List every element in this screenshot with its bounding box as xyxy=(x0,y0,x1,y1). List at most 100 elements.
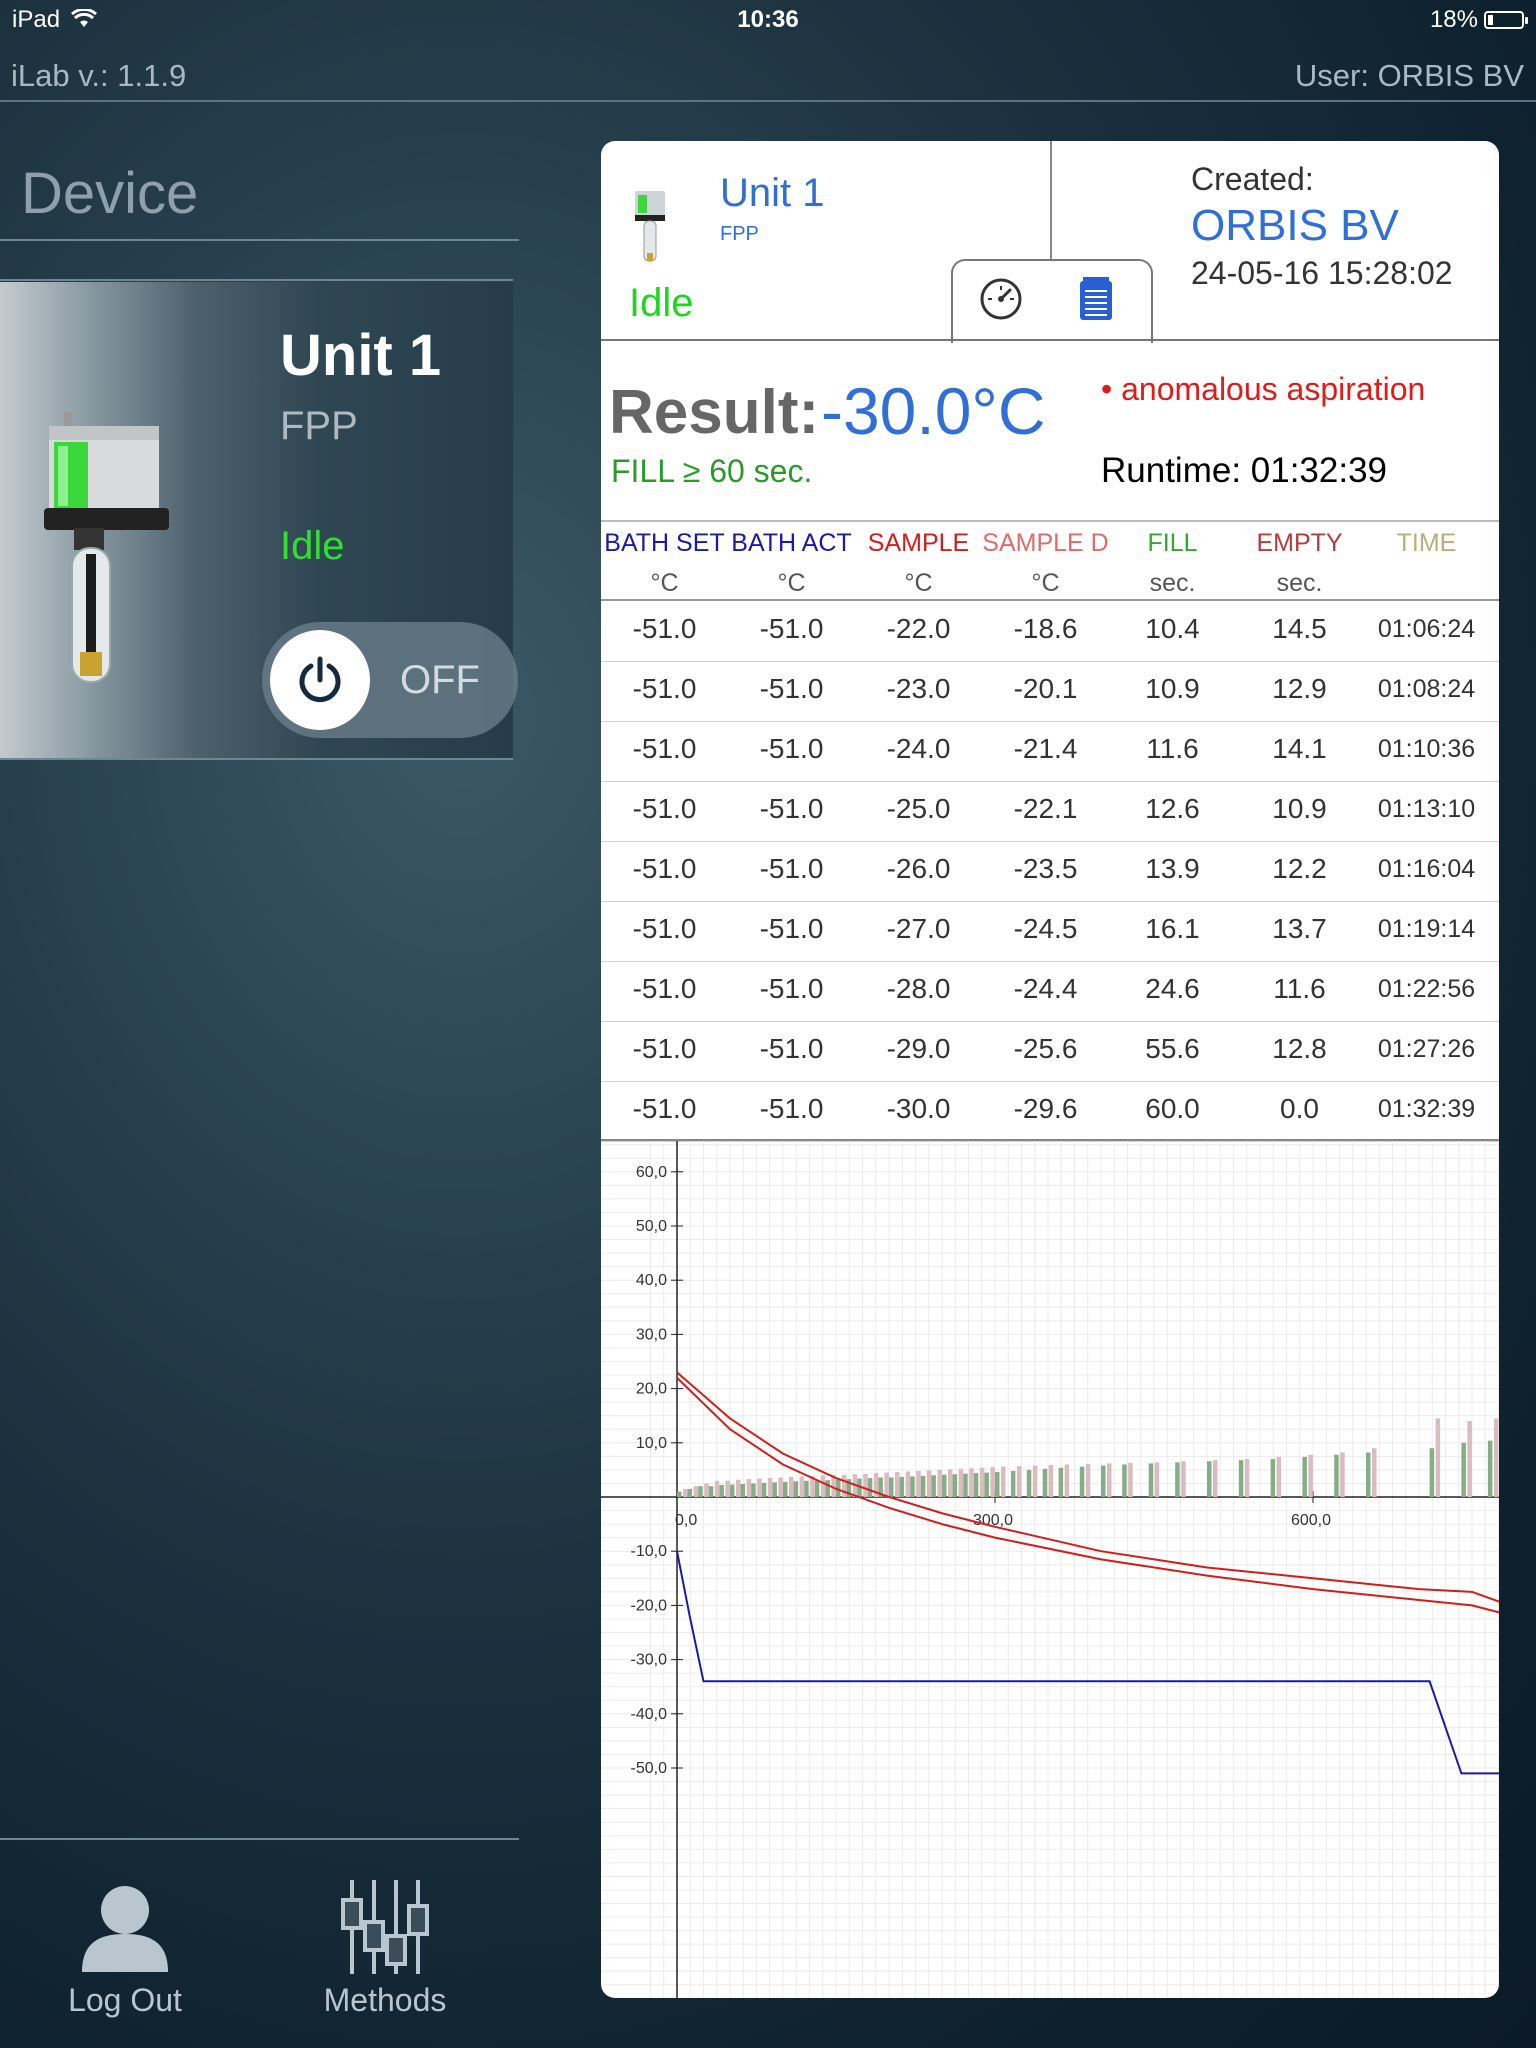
table-row[interactable]: -51.0 -51.0 -28.0 -24.4 24.6 11.6 01:22:56 xyxy=(601,961,1499,1022)
empty-bar xyxy=(863,1473,868,1497)
power-icon xyxy=(299,656,341,703)
battery-percent: 18% xyxy=(1429,6,1478,33)
power-button[interactable] xyxy=(270,630,370,730)
device-card[interactable]: Unit 1 FPP Idle OFF xyxy=(0,282,518,760)
logout-button[interactable]: Log Out xyxy=(40,1880,210,2019)
table-cell: 01:10:36 xyxy=(1377,735,1476,763)
fill-bar xyxy=(1302,1456,1307,1497)
empty-bar xyxy=(969,1468,974,1497)
fill-note: FILL ≥ 60 sec. xyxy=(611,453,813,489)
fill-bar xyxy=(1026,1469,1032,1497)
table-cell: -23.5 xyxy=(1013,853,1078,884)
table-row[interactable]: -51.0 -51.0 -26.0 -23.5 13.9 12.2 01:16:04 xyxy=(601,841,1499,902)
fill-bar xyxy=(952,1474,958,1497)
empty-bar xyxy=(820,1475,826,1497)
fill-bar xyxy=(1270,1459,1276,1497)
table-cell: 01:22:56 xyxy=(1377,975,1476,1003)
table-cell: -51.0 xyxy=(759,733,824,764)
table-row[interactable]: -51.0 -51.0 -25.0 -22.1 12.6 10.9 01:13:10 xyxy=(601,781,1499,842)
status-right: 18% xyxy=(1429,6,1528,34)
fill-bar xyxy=(899,1476,905,1497)
empty-bar xyxy=(736,1479,741,1497)
panel-unit-type: FPP xyxy=(720,223,759,245)
empty-bar xyxy=(778,1477,783,1497)
battery-icon xyxy=(1484,11,1528,29)
panel-status: Idle xyxy=(629,281,694,325)
fill-bar xyxy=(910,1476,915,1497)
current-user: User: ORBIS BV xyxy=(1294,58,1524,93)
table-row[interactable]: -51.0 -51.0 -29.0 -25.6 55.6 12.8 01:27:26 xyxy=(601,1021,1499,1082)
empty-bar xyxy=(1181,1461,1186,1497)
empty-bar xyxy=(1244,1459,1250,1497)
empty-bar xyxy=(789,1476,794,1497)
fill-bar xyxy=(995,1472,1000,1497)
device-type: FPP xyxy=(280,404,358,448)
methods-button[interactable]: Methods xyxy=(305,1880,465,2019)
column-header: FILL xyxy=(1147,529,1198,557)
empty-bar xyxy=(757,1478,762,1497)
table-cell: 12.9 xyxy=(1272,673,1327,704)
table-cell: 01:19:14 xyxy=(1377,915,1476,943)
fill-bar xyxy=(1079,1466,1085,1497)
empty-bar xyxy=(1016,1466,1022,1497)
y-tick-label: 50,0 xyxy=(636,1218,667,1235)
created-label: Created: xyxy=(1191,161,1314,197)
column-header: SAMPLE D xyxy=(982,529,1109,557)
table-row[interactable]: -51.0 -51.0 -22.0 -18.6 10.4 14.5 01:06:24 xyxy=(601,601,1499,662)
table-cell: 0.0 xyxy=(1280,1093,1319,1124)
table-cell: -29.0 xyxy=(886,1033,951,1064)
y-tick-label: -30,0 xyxy=(631,1652,668,1669)
empty-bar xyxy=(1128,1462,1133,1497)
table-row[interactable]: -51.0 -51.0 -27.0 -24.5 16.1 13.7 01:19:14 xyxy=(601,901,1499,962)
result-label: Result: xyxy=(609,378,820,447)
fill-bar xyxy=(1461,1442,1466,1497)
table-cell: -51.0 xyxy=(632,913,697,944)
table-cell: 10.4 xyxy=(1145,613,1200,644)
table-row[interactable]: -51.0 -51.0 -30.0 -29.6 60.0 0.0 01:32:39 xyxy=(601,1081,1499,1142)
empty-bar xyxy=(693,1486,699,1497)
table-cell: -28.0 xyxy=(886,973,951,1004)
table-cell: 01:06:24 xyxy=(1377,615,1476,643)
divider xyxy=(0,1838,519,1840)
notepad-icon[interactable] xyxy=(1079,277,1113,321)
empty-bar xyxy=(1213,1460,1218,1497)
table-cell: -51.0 xyxy=(759,853,824,884)
detail-panel: Unit 1 FPP Idle Created: ORBIS BV 24-05-… xyxy=(601,141,1499,1998)
app-header: iLab v.: 1.1.9 User: ORBIS BV xyxy=(0,50,1536,102)
created-date: 24-05-16 15:28:02 xyxy=(1191,255,1453,291)
fill-bar xyxy=(963,1473,968,1497)
empty-bar xyxy=(958,1468,964,1497)
app-version: iLab v.: 1.1.9 xyxy=(11,58,187,93)
column-header: BATH ACT xyxy=(731,529,852,557)
fill-bar xyxy=(1058,1467,1064,1497)
fill-bar xyxy=(1207,1461,1212,1497)
divider xyxy=(0,758,513,760)
table-cell: -51.0 xyxy=(759,913,824,944)
fill-bar xyxy=(1366,1452,1371,1497)
gauge-icon[interactable] xyxy=(979,277,1023,321)
power-toggle[interactable]: OFF xyxy=(262,622,518,738)
table-cell: -21.4 xyxy=(1013,733,1078,764)
y-tick-label: -10,0 xyxy=(631,1543,668,1560)
empty-bar xyxy=(979,1467,985,1497)
fill-bar xyxy=(1148,1463,1154,1497)
fill-bar xyxy=(687,1488,693,1497)
empty-bar xyxy=(1064,1464,1070,1497)
table-cell: -51.0 xyxy=(632,853,697,884)
fill-bar xyxy=(1429,1448,1435,1497)
table-row[interactable]: -51.0 -51.0 -23.0 -20.1 10.9 12.9 01:08:24 xyxy=(601,661,1499,722)
column-unit: °C xyxy=(777,569,806,597)
table-cell: 55.6 xyxy=(1145,1033,1200,1064)
table-cell: 12.6 xyxy=(1145,793,1200,824)
table-cell: 01:27:26 xyxy=(1377,1035,1476,1063)
table-row[interactable]: -51.0 -51.0 -24.0 -21.4 11.6 14.1 01:10:36 xyxy=(601,721,1499,782)
table-cell: -51.0 xyxy=(759,673,824,704)
empty-bar xyxy=(704,1483,709,1497)
table-cell: 10.9 xyxy=(1145,673,1200,704)
view-tabs xyxy=(951,259,1153,343)
table-cell: -51.0 xyxy=(632,1093,697,1124)
fill-bar xyxy=(772,1482,777,1497)
table-cell: -25.6 xyxy=(1013,1033,1078,1064)
empty-bar xyxy=(948,1469,953,1497)
table-cell: 10.9 xyxy=(1272,793,1327,824)
